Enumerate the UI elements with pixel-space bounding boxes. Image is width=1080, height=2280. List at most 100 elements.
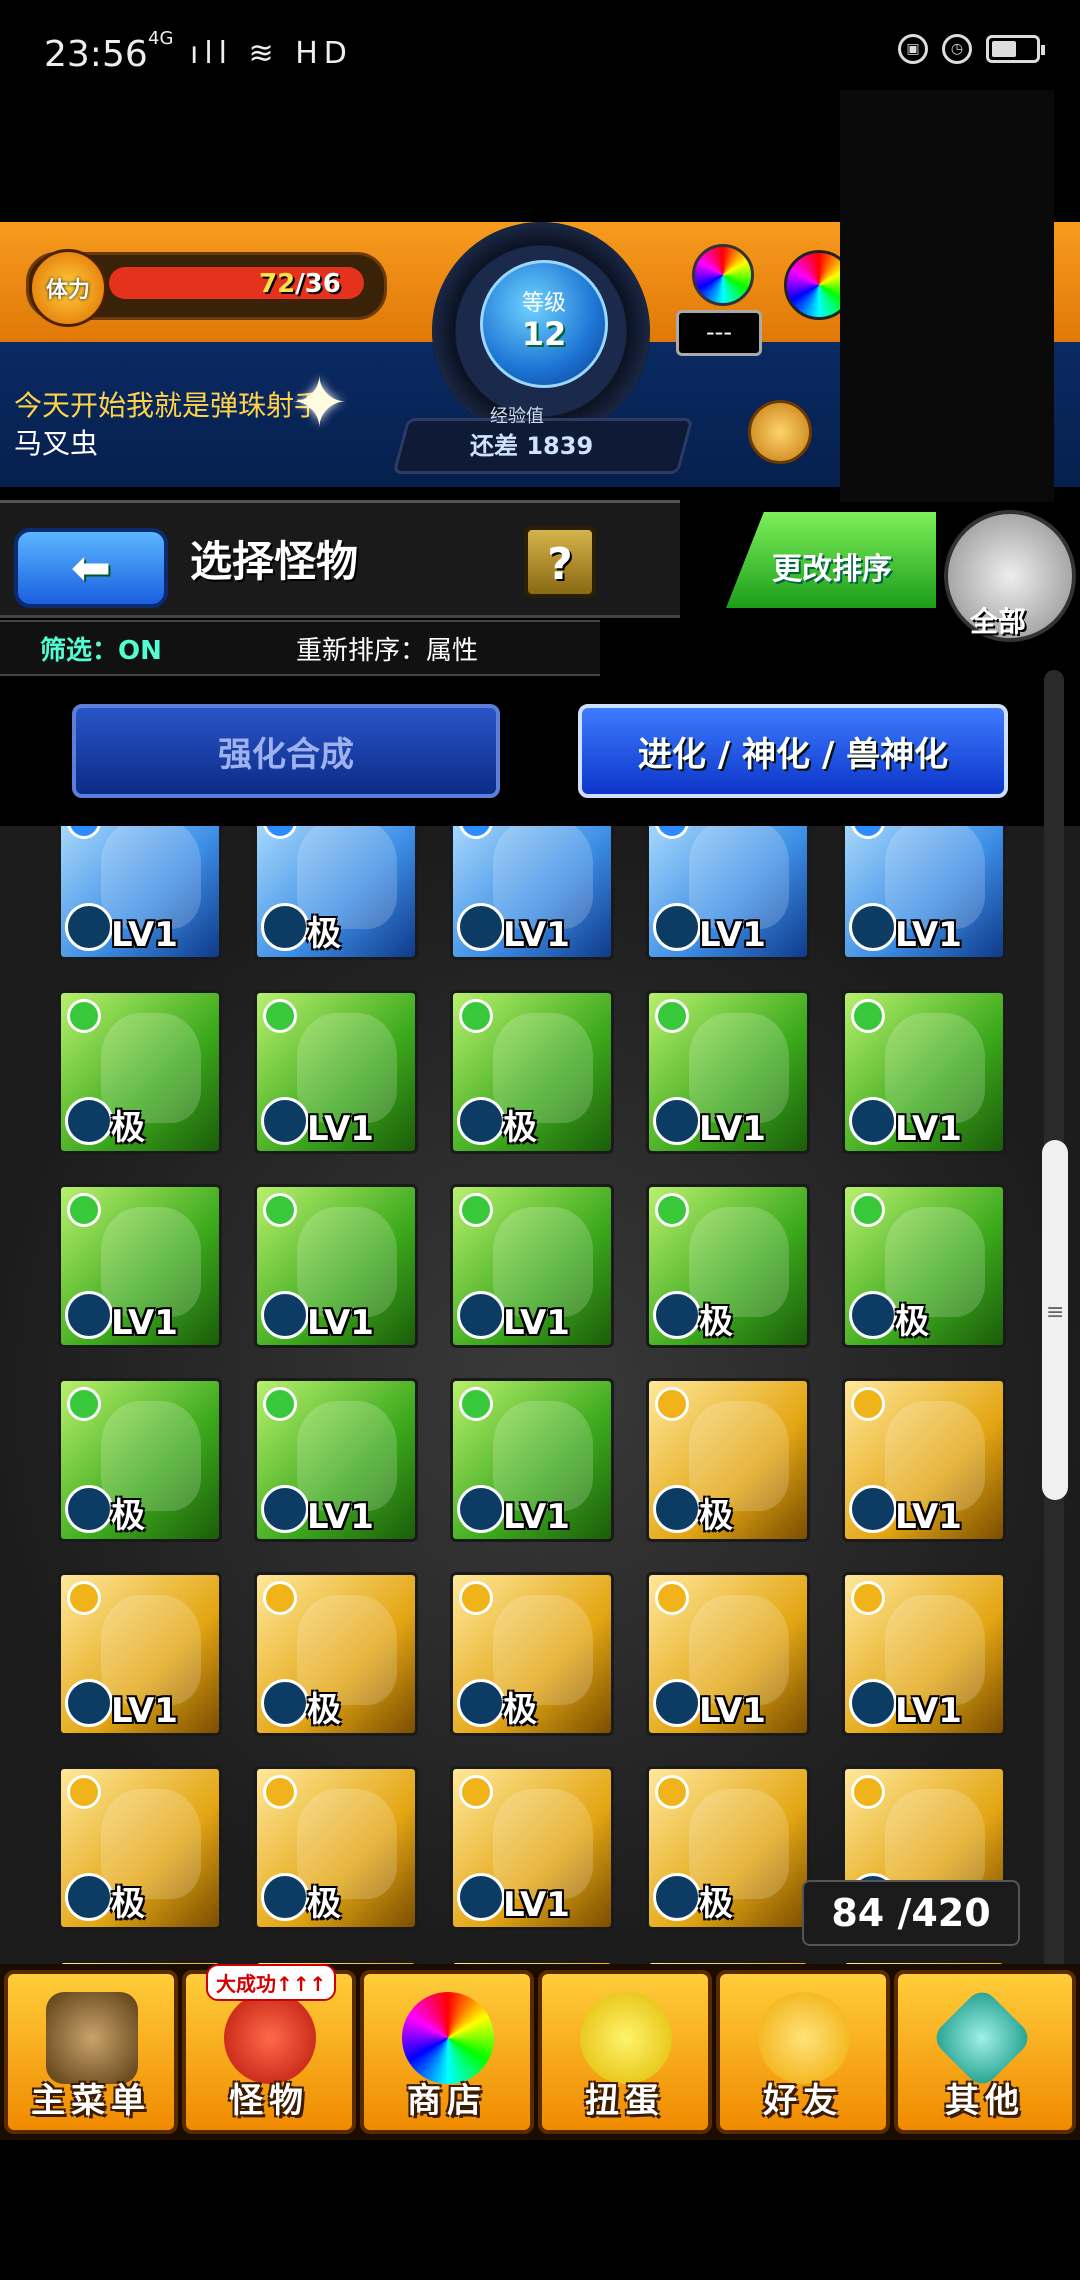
fruit-icon <box>849 1679 897 1727</box>
monster-level: 极 <box>503 1690 537 1730</box>
monster-portrait <box>297 1013 397 1123</box>
element-icon <box>851 826 885 839</box>
nav-gacha[interactable]: 扭蛋 <box>538 1970 712 2134</box>
monster-card[interactable]: LV1 <box>646 990 810 1154</box>
element-icon <box>459 1581 493 1615</box>
element-icon <box>459 1775 493 1809</box>
monster-level: LV1 <box>307 1497 374 1537</box>
monster-card[interactable]: 极 <box>58 990 222 1154</box>
back-button[interactable]: ⬅ <box>14 528 168 608</box>
resort-toggle[interactable]: 重新排序：属性 <box>296 630 478 667</box>
monster-card[interactable]: LV1 <box>842 990 1006 1154</box>
monster-card[interactable]: LV1 <box>254 1378 418 1542</box>
monster-card[interactable]: LV1 <box>58 1184 222 1348</box>
monster-card[interactable]: LV1 <box>254 990 418 1154</box>
gem-counter[interactable]: --- <box>676 244 764 356</box>
monster-card[interactable]: 极 <box>450 1572 614 1736</box>
stamina-gauge[interactable]: 体力 72/36 <box>26 249 387 327</box>
rank-value: 12 <box>521 315 567 353</box>
nav-friends[interactable]: 好友 <box>716 1970 890 2134</box>
filter-toggle[interactable]: 筛选：ON <box>40 630 162 667</box>
nav-monsters[interactable]: 大成功↑↑↑ 怪物 <box>182 1964 356 2134</box>
monster-card[interactable]: 极 <box>646 1766 810 1930</box>
monster-card[interactable]: LV1 <box>842 826 1006 960</box>
monster-level: 极 <box>895 1302 929 1342</box>
monster-level: LV1 <box>895 1691 962 1731</box>
element-icon <box>67 1387 101 1421</box>
nav-shop[interactable]: 商店 <box>360 1970 534 2134</box>
fruit-icon <box>653 1485 701 1533</box>
fruit-icon <box>653 903 701 951</box>
fruit-icon <box>653 1097 701 1145</box>
monster-level: LV1 <box>895 915 962 955</box>
monster-card[interactable]: LV1 <box>842 1378 1006 1542</box>
battery-icon <box>986 35 1045 63</box>
monster-level: LV1 <box>699 915 766 955</box>
stamina-value: 72/36 <box>259 269 341 299</box>
fruit-icon <box>65 1873 113 1921</box>
sparkle-icon: ✦ <box>290 362 349 444</box>
element-icon <box>263 1387 297 1421</box>
monster-card[interactable]: 极 <box>58 1766 222 1930</box>
monster-card[interactable]: 极 <box>450 990 614 1154</box>
monster-portrait <box>493 826 593 929</box>
gem-icon <box>692 244 754 306</box>
monster-card[interactable]: LV1 <box>646 826 810 960</box>
fruit-icon <box>849 1291 897 1339</box>
all-label: 全部 <box>970 605 1027 638</box>
element-icon <box>263 999 297 1033</box>
fruit-icon <box>457 903 505 951</box>
gem-count: --- <box>676 310 762 356</box>
nav-bar-spacer <box>0 2140 1080 2280</box>
hd-label: HD <box>295 36 353 71</box>
monster-card[interactable]: 极 <box>254 1766 418 1930</box>
help-button[interactable]: ? <box>524 526 596 598</box>
monster-level: 极 <box>307 1884 341 1924</box>
sort-change-label: 更改排序 <box>772 552 892 587</box>
bottom-nav: 主菜单 大成功↑↑↑ 怪物 商店 扭蛋 好友 其他 <box>0 1964 1080 2140</box>
element-icon <box>67 1193 101 1227</box>
monster-card[interactable]: LV1 <box>646 1572 810 1736</box>
monster-card[interactable]: LV1 <box>450 826 614 960</box>
fruit-icon <box>261 1291 309 1339</box>
monster-portrait <box>101 826 201 929</box>
fruit-icon <box>849 903 897 951</box>
element-icon <box>655 999 689 1033</box>
fruit-icon <box>457 1679 505 1727</box>
monster-card[interactable]: 极 <box>58 1378 222 1542</box>
monster-card[interactable]: 极 <box>646 1184 810 1348</box>
monster-card[interactable]: LV1 <box>58 826 222 960</box>
exp-remaining: 还差 1839 <box>470 432 594 460</box>
monster-card[interactable]: LV1 <box>450 1378 614 1542</box>
monster-level: LV1 <box>895 1497 962 1537</box>
monster-portrait <box>689 826 789 929</box>
monster-card[interactable]: LV1 <box>450 1184 614 1348</box>
fruit-icon <box>65 1485 113 1533</box>
monster-card[interactable]: LV1 <box>842 1572 1006 1736</box>
monster-card[interactable]: LV1 <box>450 1766 614 1930</box>
nav-label: 商店 <box>407 2081 487 2121</box>
monster-card[interactable]: LV1 <box>58 1572 222 1736</box>
monster-card[interactable]: LV1 <box>254 1184 418 1348</box>
friends-icon <box>758 1992 850 2084</box>
tab-evolve[interactable]: 进化 / 神化 / 兽神化 <box>578 704 1008 798</box>
element-icon <box>67 826 101 839</box>
monster-card[interactable]: 极 <box>254 1572 418 1736</box>
nav-label: 主菜单 <box>31 2081 151 2121</box>
stamina-icon: 体力 <box>29 249 107 327</box>
monster-card[interactable]: 极 <box>842 1184 1006 1348</box>
coin-icon[interactable] <box>748 400 812 464</box>
monster-card[interactable]: 极 <box>254 826 418 960</box>
castle-icon <box>46 1992 138 2084</box>
nav-main-menu[interactable]: 主菜单 <box>4 1970 178 2134</box>
fruit-icon <box>849 1097 897 1145</box>
tab-enhance[interactable]: 强化合成 <box>72 704 500 798</box>
monster-portrait <box>493 1207 593 1317</box>
monster-card[interactable]: 极 <box>646 1378 810 1542</box>
monster-level: 极 <box>699 1496 733 1536</box>
monster-level: LV1 <box>895 1109 962 1149</box>
element-icon <box>67 1581 101 1615</box>
element-icon <box>655 1775 689 1809</box>
fruit-icon <box>653 1873 701 1921</box>
nav-other[interactable]: 其他 <box>894 1970 1076 2134</box>
